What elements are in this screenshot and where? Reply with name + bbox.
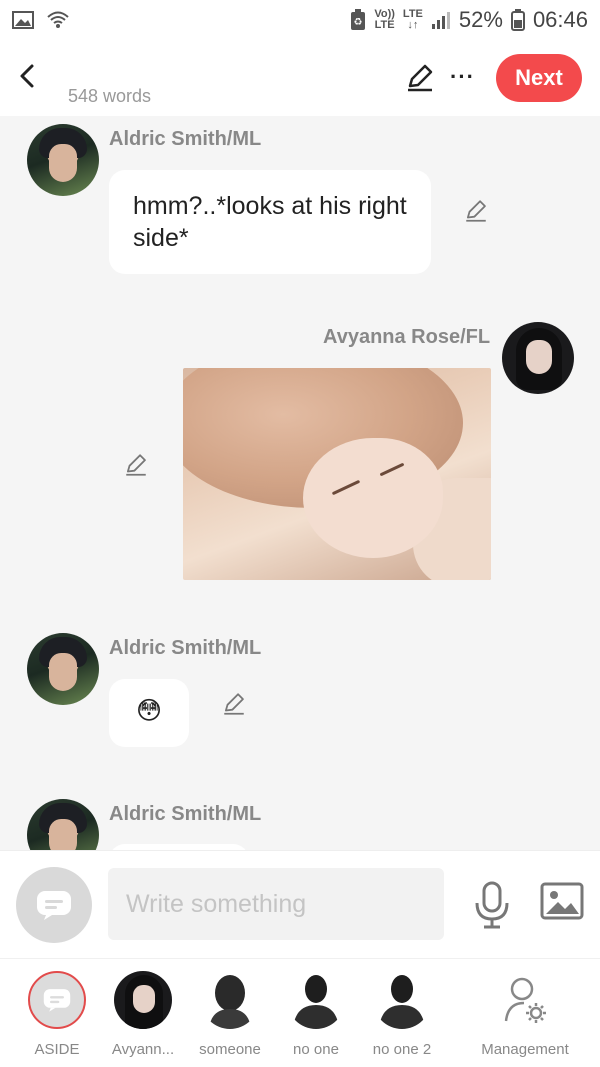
user-settings-icon xyxy=(504,977,546,1023)
male-silhouette-icon xyxy=(293,975,339,1029)
character-label: no one 2 xyxy=(372,1041,432,1058)
battery-icon xyxy=(510,9,525,31)
character-label: no one xyxy=(293,1041,339,1058)
svg-text:♻: ♻ xyxy=(354,17,363,28)
avatar-aldric[interactable] xyxy=(27,799,99,850)
avatar-aldric[interactable] xyxy=(27,124,99,196)
pencil-icon xyxy=(408,64,433,92)
word-count: 548 words xyxy=(68,86,152,106)
back-icon xyxy=(20,64,34,88)
battery-saver-icon: ♻ xyxy=(351,9,366,30)
microphone-icon xyxy=(475,881,509,929)
microphone-button[interactable] xyxy=(472,881,512,929)
management-avatar xyxy=(496,971,554,1029)
pencil-icon xyxy=(466,200,486,222)
character-label: someone xyxy=(199,1041,261,1058)
chat-area[interactable]: Aldric Smith/ML hmm?..*looks at his righ… xyxy=(0,116,600,850)
message-input[interactable] xyxy=(108,868,444,940)
aside-icon xyxy=(43,989,71,1012)
pencil-icon xyxy=(224,693,244,715)
message-bubble[interactable]: 😳 xyxy=(109,679,189,747)
composer-bar xyxy=(0,850,600,958)
avatar-avyanna xyxy=(114,971,172,1029)
battery-percent: 52% xyxy=(458,7,503,32)
pencil-icon xyxy=(126,454,146,476)
character-bar: ASIDE Avyann... someone no one no one 2 … xyxy=(0,958,600,1067)
sender-name: Avyanna Rose/FL xyxy=(323,326,491,348)
more-button[interactable]: ··· xyxy=(450,64,475,90)
character-label: Management xyxy=(481,1041,569,1058)
avatar-aldric[interactable] xyxy=(27,633,99,705)
editor-header: 548 words ··· Next xyxy=(0,40,600,116)
message-image[interactable] xyxy=(183,368,491,580)
aside-toggle-button[interactable] xyxy=(16,867,92,943)
lte-indicator: LTE ↓↑ xyxy=(402,8,423,31)
edit-message-button[interactable] xyxy=(463,198,489,224)
edit-title-button[interactable] xyxy=(404,62,436,94)
wifi-icon xyxy=(47,11,69,28)
gallery-button[interactable] xyxy=(540,881,584,921)
sender-name: Aldric Smith/ML xyxy=(109,128,262,150)
signal-icon xyxy=(431,12,450,29)
avatar-avyanna[interactable] xyxy=(502,322,574,394)
gallery-icon xyxy=(540,882,584,920)
character-management[interactable]: Management xyxy=(480,971,570,1058)
character-no-one[interactable]: no one xyxy=(271,971,361,1058)
aside-avatar xyxy=(28,971,86,1029)
aside-icon xyxy=(37,891,71,920)
message-bubble[interactable]: hmm?..*looks at his right side* xyxy=(109,170,431,274)
status-bar: ♻ Vo)) LTE LTE ↓↑ 52% 06:46 xyxy=(0,0,600,40)
edit-message-button[interactable] xyxy=(123,452,149,478)
next-button[interactable]: Next xyxy=(496,54,582,102)
character-no-one-2[interactable]: no one 2 xyxy=(357,971,447,1058)
volte-indicator: Vo)) LTE xyxy=(374,8,395,31)
silhouette-avatar xyxy=(373,971,431,1029)
sender-name: Aldric Smith/ML xyxy=(109,637,262,659)
silhouette-avatar xyxy=(201,971,259,1029)
character-avyanna[interactable]: Avyann... xyxy=(98,971,188,1058)
male-silhouette-icon xyxy=(379,975,425,1029)
character-aside[interactable]: ASIDE xyxy=(12,971,102,1058)
silhouette-avatar xyxy=(287,971,345,1029)
sender-name: Aldric Smith/ML xyxy=(109,803,262,825)
female-silhouette-icon xyxy=(209,975,251,1029)
character-label: ASIDE xyxy=(34,1041,80,1058)
character-label: Avyann... xyxy=(111,1041,175,1058)
character-someone[interactable]: someone xyxy=(185,971,275,1058)
image-icon xyxy=(12,11,34,29)
clock: 06:46 xyxy=(532,7,588,32)
edit-message-button[interactable] xyxy=(221,691,247,717)
back-button[interactable] xyxy=(14,60,42,92)
